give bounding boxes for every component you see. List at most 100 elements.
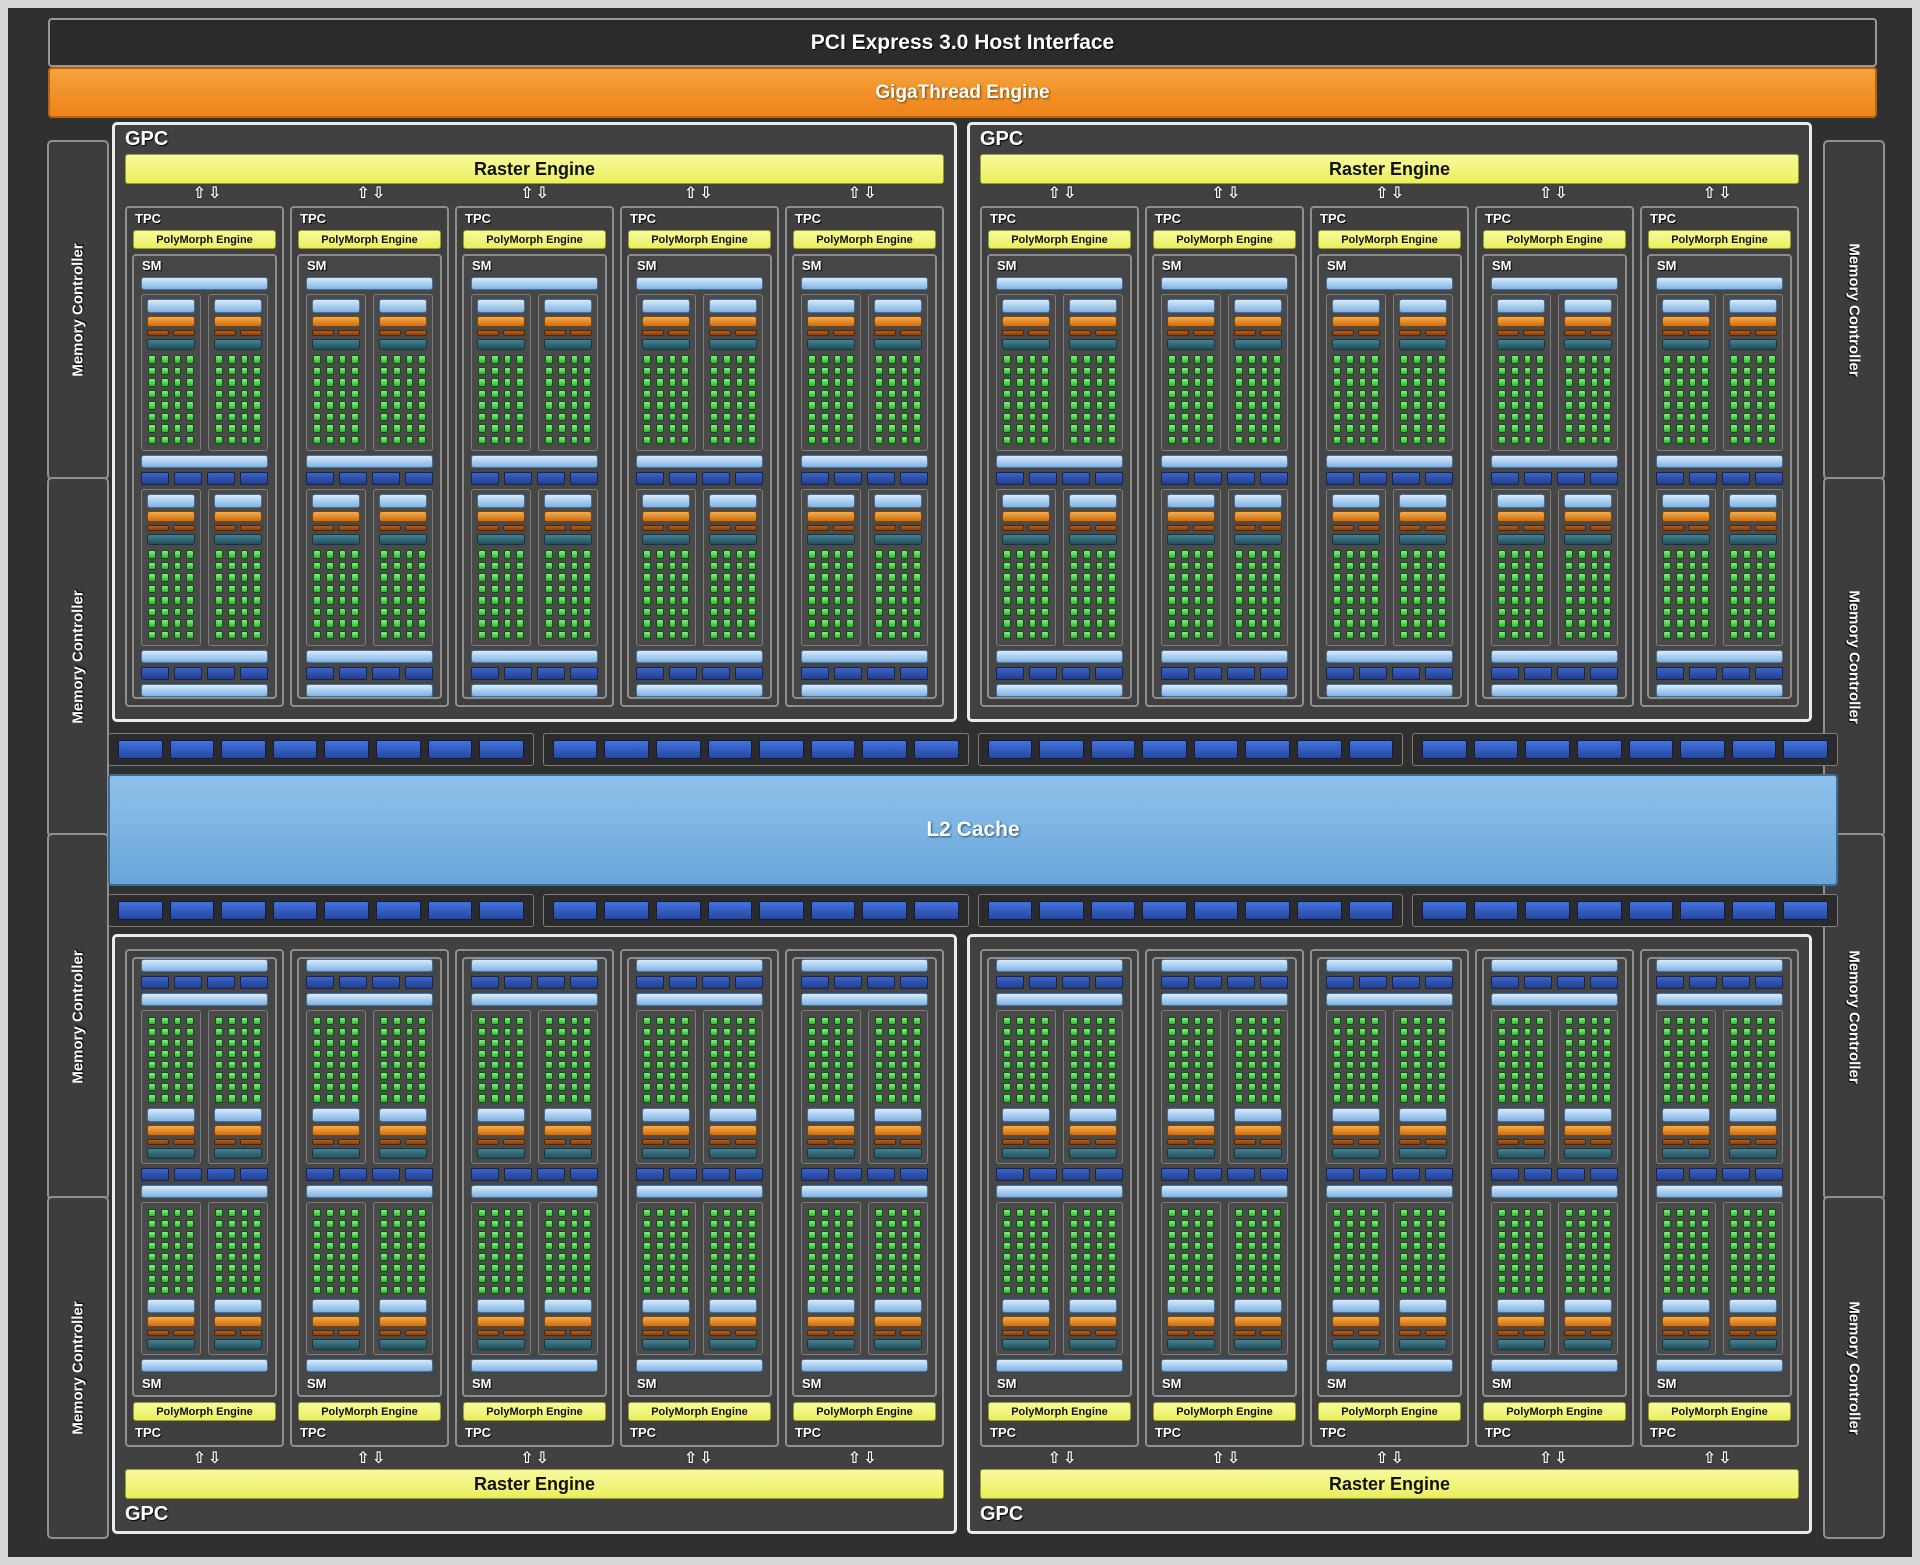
cuda-core-cell bbox=[351, 435, 359, 444]
sm-partition bbox=[1558, 1201, 1618, 1355]
cuda-core-cell bbox=[1108, 401, 1116, 410]
cuda-core-cell bbox=[325, 1219, 334, 1228]
dispatch-unit-row bbox=[477, 525, 525, 531]
cuda-core-cell bbox=[1590, 573, 1599, 582]
cuda-core-cell bbox=[1235, 1028, 1243, 1037]
cuda-core-cell bbox=[1168, 424, 1176, 433]
dispatch-unit-row bbox=[1729, 525, 1777, 531]
polymorph-engine-bar: PolyMorph Engine bbox=[1153, 230, 1296, 249]
cuda-core-cell bbox=[1206, 1230, 1214, 1239]
cuda-core-cell bbox=[1590, 401, 1599, 410]
warp-scheduler-bar bbox=[1167, 316, 1215, 327]
cuda-core-cell bbox=[478, 1241, 486, 1250]
cuda-core-cell bbox=[900, 1050, 909, 1059]
cuda-core-cell bbox=[1247, 1263, 1256, 1272]
cuda-core-cell bbox=[1730, 1230, 1738, 1239]
dispatch-unit-row bbox=[874, 525, 922, 531]
tpc-box: SM PolyMorph Engine TPC bbox=[1640, 949, 1799, 1447]
cuda-core-cell bbox=[380, 1028, 388, 1037]
cuda-core-cell bbox=[1193, 1072, 1202, 1081]
cuda-core-cell bbox=[1180, 424, 1189, 433]
dispatch-unit-bar bbox=[1095, 1138, 1117, 1145]
cuda-core-cell bbox=[392, 1274, 401, 1283]
cuda-core-cell bbox=[490, 1219, 499, 1228]
sm-label: SM bbox=[142, 258, 162, 273]
cuda-core-cell bbox=[516, 1017, 524, 1026]
sm-partition bbox=[703, 489, 763, 646]
cuda-core-cell bbox=[1425, 1230, 1434, 1239]
cuda-core-cell bbox=[1536, 435, 1544, 444]
cuda-core-cell bbox=[1235, 355, 1243, 364]
cuda-core-cell bbox=[1247, 584, 1256, 593]
cuda-core-cell bbox=[1438, 1094, 1446, 1103]
cuda-core-cell bbox=[148, 573, 156, 582]
cuda-core-cell bbox=[253, 401, 261, 410]
cuda-core-cell bbox=[887, 619, 896, 628]
cuda-core-cell bbox=[643, 1050, 651, 1059]
cuda-core-cell bbox=[1523, 1230, 1532, 1239]
cuda-core-cell bbox=[1400, 1039, 1408, 1048]
cuda-core-cell bbox=[1663, 1061, 1671, 1070]
dispatch-unit-bar bbox=[405, 330, 427, 336]
cuda-core-cell bbox=[313, 1061, 321, 1070]
cuda-core-cell bbox=[325, 1072, 334, 1081]
cuda-core-cell bbox=[1755, 1252, 1764, 1261]
warp-scheduler-bar bbox=[807, 316, 855, 327]
cuda-core-cell bbox=[478, 1252, 486, 1261]
texture-l1-cache-bar bbox=[471, 455, 598, 468]
cuda-core-cell bbox=[160, 573, 169, 582]
cuda-core-cell bbox=[808, 389, 816, 398]
register-file-bar bbox=[1497, 1339, 1545, 1350]
cuda-core-cell bbox=[1663, 355, 1671, 364]
cuda-core-cell bbox=[583, 1285, 591, 1294]
cuda-core-grid bbox=[1498, 550, 1544, 639]
register-file-bar bbox=[312, 1147, 360, 1159]
arrow-pair: ⇧ ⇩ bbox=[1635, 1450, 1799, 1468]
cuda-core-cell bbox=[253, 1028, 261, 1037]
sm-partition bbox=[801, 294, 861, 451]
cuda-core-cell bbox=[380, 412, 388, 421]
cuda-core-cell bbox=[215, 1017, 223, 1026]
cuda-core-cell bbox=[570, 424, 579, 433]
cuda-core-cell bbox=[1070, 1039, 1078, 1048]
cuda-core-cell bbox=[1425, 630, 1434, 639]
cuda-core-cell bbox=[833, 573, 842, 582]
sm-processing-block bbox=[636, 489, 763, 646]
crossbar-cell bbox=[1628, 740, 1674, 759]
cuda-core-cell bbox=[833, 630, 842, 639]
cuda-core-cell bbox=[1523, 1285, 1532, 1294]
cuda-core-cell bbox=[380, 378, 388, 387]
cuda-core-cell bbox=[1565, 1285, 1573, 1294]
register-file-bar bbox=[1729, 1339, 1777, 1350]
warp-scheduler-bar bbox=[477, 511, 525, 522]
cuda-core-cell bbox=[1247, 401, 1256, 410]
sm-partition bbox=[801, 1010, 861, 1164]
cuda-core-cell bbox=[215, 573, 223, 582]
texture-unit-cell bbox=[1326, 1167, 1354, 1181]
cuda-core-cell bbox=[1400, 366, 1408, 375]
cuda-core-cell bbox=[1371, 389, 1379, 398]
cuda-core-cell bbox=[1688, 596, 1697, 605]
cuda-core-cell bbox=[583, 1028, 591, 1037]
cuda-core-cell bbox=[557, 1072, 566, 1081]
instruction-buffer-bar bbox=[147, 1107, 195, 1122]
cuda-core-cell bbox=[478, 412, 486, 421]
cuda-core-cell bbox=[1180, 584, 1189, 593]
cuda-core-cell bbox=[1028, 596, 1037, 605]
cuda-core-cell bbox=[748, 1219, 756, 1228]
cuda-core-cell bbox=[1768, 412, 1776, 421]
cuda-core-cell bbox=[173, 378, 182, 387]
instruction-buffer-bar bbox=[1234, 1299, 1282, 1313]
texture-unit-row bbox=[996, 1167, 1123, 1181]
memory-controller-label: Memory Controller bbox=[1845, 1300, 1863, 1435]
cuda-core-cell bbox=[1015, 1017, 1024, 1026]
cuda-core-cell bbox=[570, 389, 579, 398]
cuda-core-cell bbox=[1082, 1039, 1091, 1048]
warp-scheduler-bar bbox=[642, 1316, 690, 1327]
texture-unit-row bbox=[1326, 472, 1453, 485]
cuda-core-cell bbox=[668, 550, 677, 559]
memory-controller-box: Memory Controller bbox=[47, 833, 109, 1200]
cuda-core-cell bbox=[1260, 378, 1269, 387]
cuda-core-cell bbox=[215, 1094, 223, 1103]
cuda-core-cell bbox=[1041, 1094, 1049, 1103]
